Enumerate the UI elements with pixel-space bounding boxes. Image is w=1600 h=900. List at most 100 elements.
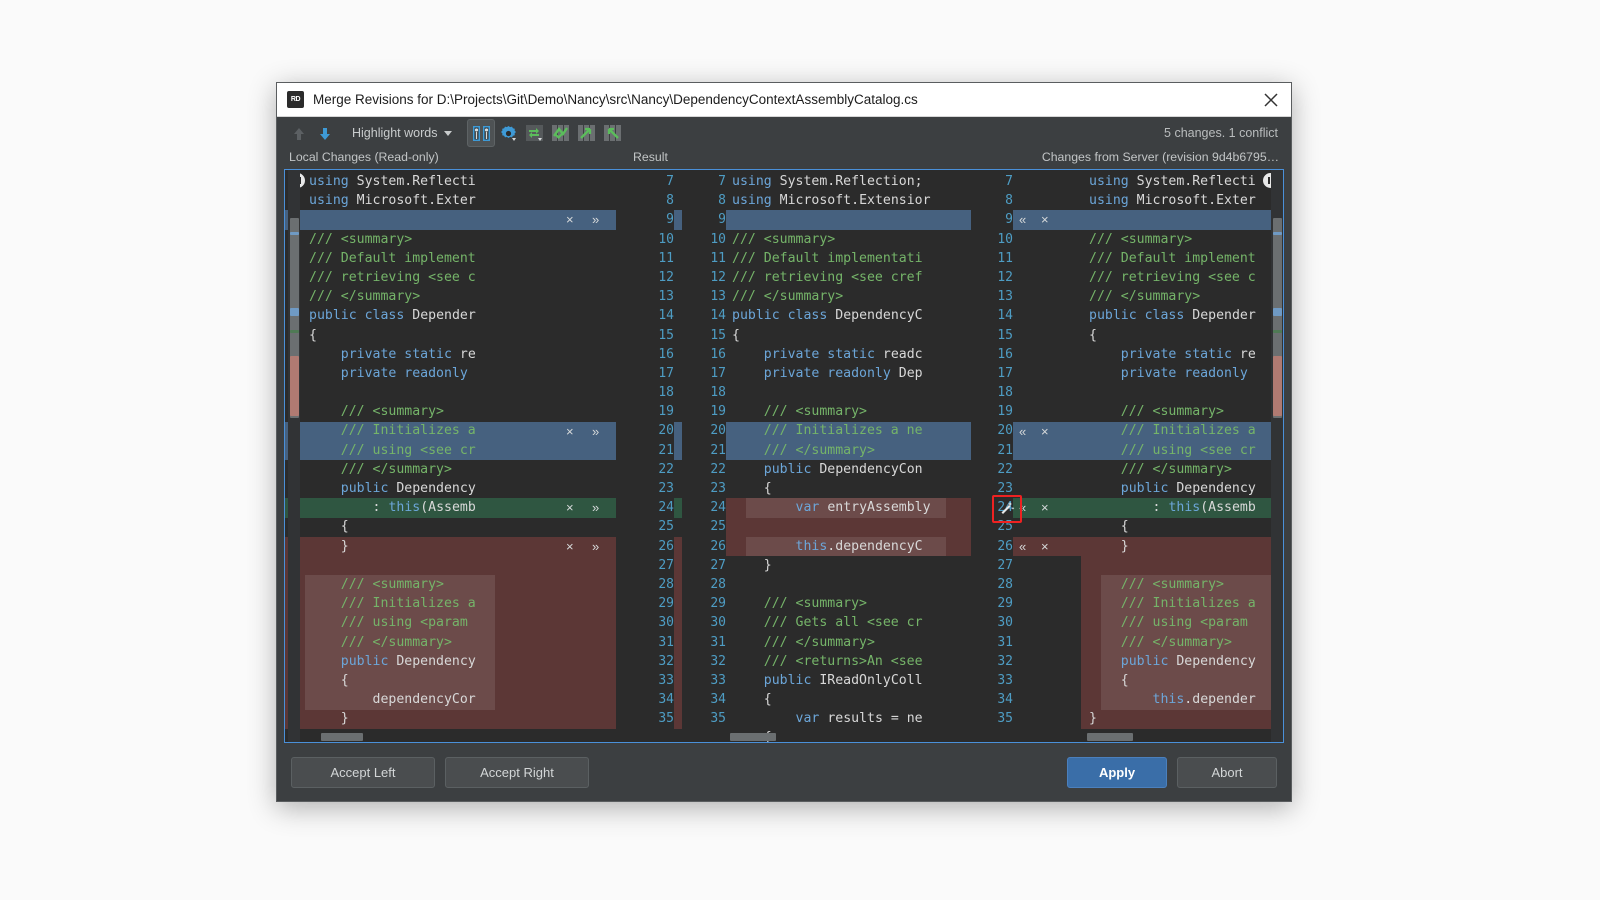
merge-editor[interactable]: using System.Reflecti using Microsoft.Ext… [284, 169, 1284, 743]
abort-button[interactable]: Abort [1177, 756, 1277, 788]
line-number: 35 [710, 711, 726, 727]
code-line: } [763, 557, 772, 573]
result-hscrollbar[interactable] [728, 731, 968, 742]
apply-non-conflicting-left-icon[interactable] [573, 120, 599, 146]
code-line: public DependencyCon [763, 461, 923, 477]
apply-change-icon[interactable]: » [592, 210, 599, 229]
line-number: 30 [997, 615, 1013, 631]
line-number: 18 [658, 385, 674, 401]
change-marker[interactable] [1273, 232, 1282, 235]
line-number: 28 [997, 576, 1013, 592]
arrow-up-icon[interactable] [286, 120, 312, 146]
right-gutter[interactable]: 7 8 9 10 11 12 13 14 15 16 17 18 19 20 21 22 23 24 25 26 27 2… [971, 170, 1081, 742]
code-line: public Dependency [340, 653, 476, 669]
code-line: private static readc [763, 346, 923, 362]
apply-change-icon[interactable]: « [1019, 210, 1026, 229]
left-gutter[interactable]: × » × » × » × » 7 8 9 10 11 12 13 14 15 16 17 18 19 20 21 22 23… [504, 170, 726, 742]
line-number: 12 [710, 269, 726, 285]
change-marker[interactable] [1273, 308, 1282, 316]
line-number: 20 [710, 423, 726, 439]
line-number: 33 [710, 672, 726, 688]
code-line: { [340, 672, 349, 688]
change-marker[interactable] [1273, 330, 1282, 333]
ignore-change-icon[interactable]: × [1041, 498, 1049, 517]
change-marker[interactable] [290, 232, 299, 235]
line-number: 10 [997, 231, 1013, 247]
line-number: 31 [658, 634, 674, 650]
ignore-change-icon[interactable]: × [1041, 422, 1049, 441]
resolve-simple-conflicts-icon[interactable] [521, 120, 547, 146]
highlight-mode-dropdown[interactable]: Highlight words [344, 123, 459, 144]
line-number: 9 [666, 212, 674, 228]
accept-right-button[interactable]: Accept Right [445, 756, 589, 788]
line-number: 15 [658, 327, 674, 343]
apply-change-icon[interactable]: « [1019, 537, 1026, 556]
apply-change-icon[interactable]: « [1019, 422, 1026, 441]
code-line: { [1120, 519, 1129, 535]
ignore-change-icon[interactable]: × [566, 422, 574, 441]
left-hscrollbar[interactable] [307, 731, 503, 742]
code-line: public Dependency [1120, 653, 1256, 669]
highlight-mode-label: Highlight words [352, 126, 438, 140]
code-line: : this(Assemb [1152, 500, 1256, 516]
line-number: 31 [997, 634, 1013, 650]
magic-wand-icon[interactable] [999, 500, 1015, 516]
change-marker[interactable] [290, 308, 299, 316]
line-number: 17 [710, 365, 726, 381]
right-hscrollbar[interactable] [1085, 731, 1283, 742]
result-pane[interactable]: using System.Reflection; using Microsoft.… [726, 170, 971, 742]
code-line: /// </summary> [1120, 461, 1232, 477]
code-line: /// <summary> [340, 404, 444, 420]
code-line: /// using <param [1120, 615, 1248, 631]
change-marker[interactable] [290, 330, 299, 333]
line-number: 21 [658, 442, 674, 458]
change-marker[interactable] [1273, 356, 1282, 416]
code-line: /// </summary> [763, 442, 875, 458]
line-number: 11 [710, 250, 726, 266]
settings-gear-icon[interactable] [495, 120, 521, 146]
right-pane-server-changes[interactable]: using System.Reflecti using Microsoft.Ext… [1081, 170, 1283, 742]
code-line: /// <summary> [763, 596, 867, 612]
line-number: 14 [997, 308, 1013, 324]
line-number: 19 [997, 404, 1013, 420]
apply-change-icon[interactable]: » [592, 498, 599, 517]
ignore-change-icon[interactable]: × [1041, 210, 1049, 229]
code-line: /// using <see cr [340, 442, 476, 458]
code-line: /// Initializes a [340, 423, 476, 439]
right-scrollbar[interactable] [1271, 170, 1283, 742]
code-line: private static re [1120, 346, 1256, 362]
line-number: 19 [710, 404, 726, 420]
close-icon[interactable] [1257, 87, 1285, 113]
ignore-change-icon[interactable]: × [1041, 537, 1049, 556]
change-marker[interactable] [290, 356, 299, 416]
merge-revisions-dialog: Merge Revisions for D:\Projects\Git\Demo… [276, 82, 1292, 802]
apply-button[interactable]: Apply [1067, 756, 1167, 788]
code-line: private readonly Dep [763, 365, 923, 381]
code-line: /// <summary> [1120, 576, 1224, 592]
arrow-down-icon[interactable] [312, 120, 338, 146]
line-number: 23 [658, 481, 674, 496]
header-local-changes: Local Changes (Read-only) [289, 150, 439, 164]
apply-non-conflicting-right-icon[interactable] [599, 120, 625, 146]
line-number: 28 [658, 576, 674, 592]
code-line: private readonly [340, 365, 468, 381]
ignore-change-icon[interactable]: × [566, 498, 574, 517]
line-number: 34 [997, 692, 1013, 708]
side-by-side-viewer-icon[interactable] [467, 119, 496, 147]
line-number: 27 [658, 557, 674, 573]
left-scrollbar[interactable] [288, 170, 300, 742]
left-pane-local-changes[interactable]: using System.Reflecti using Microsoft.Ext… [285, 170, 504, 742]
code-line: using Microsoft.Extensior [732, 193, 931, 209]
ignore-change-icon[interactable]: × [566, 210, 574, 229]
apply-change-icon[interactable]: » [592, 537, 599, 556]
accept-left-button[interactable]: Accept Left [291, 756, 435, 788]
ignore-change-icon[interactable]: × [566, 537, 574, 556]
code-line: { [309, 327, 317, 343]
code-line: /// retrieving <see c [1089, 269, 1256, 285]
line-number: 29 [710, 596, 726, 612]
line-number: 20 [997, 423, 1013, 439]
apply-change-icon[interactable]: » [592, 422, 599, 441]
apply-non-conflicting-changes-icon[interactable] [547, 120, 573, 146]
